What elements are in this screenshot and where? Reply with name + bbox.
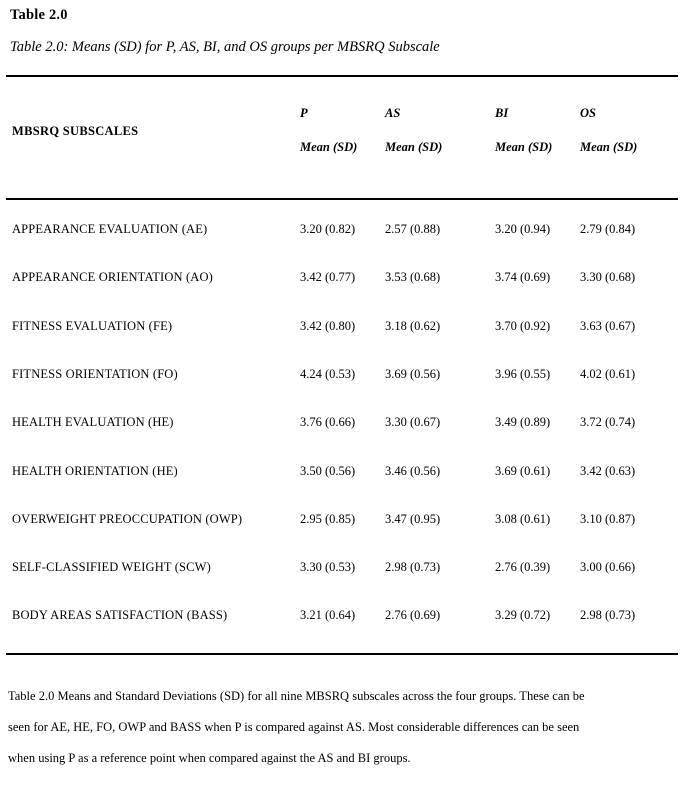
table-cell: 2.76 (0.39) [495,560,551,575]
table-cell: 3.53 (0.68) [385,270,441,285]
footnote-line: when using P as a reference point when c… [8,751,411,765]
table-row-label: APPEARANCE ORIENTATION (AO) [12,270,213,285]
table-row-label: SELF-CLASSIFIED WEIGHT (SCW) [12,560,211,575]
column-group-label: BI [495,106,509,120]
table-row-label: HEALTH ORIENTATION (HE) [12,463,178,478]
column-group-label: OS [580,106,596,120]
table-cell: 3.20 (0.94) [495,222,551,236]
table-row-label: FITNESS EVALUATION (FE) [12,318,173,333]
column-subheader-label: Mean (SD) [300,140,358,154]
column-subheader-label: Mean (SD) [495,140,553,154]
column-subheader-label: Mean (SD) [580,140,638,154]
stub-column-header: MBSRQ SUBSCALES [12,124,139,138]
table-cell: 3.72 (0.74) [580,415,636,430]
table-cell: 2.57 (0.88) [385,222,441,236]
table-cell: 3.08 (0.61) [495,511,551,526]
table-cell: 2.98 (0.73) [385,560,441,575]
table-cell: 4.24 (0.53) [300,366,356,381]
table-cell: 3.42 (0.80) [300,318,356,333]
table-cell: 3.47 (0.95) [385,511,441,526]
column-group-label: P [300,106,308,120]
table-cell: 3.69 (0.61) [495,463,551,478]
table-page: Table 2.0 Table 2.0: Means (SD) for P, A… [0,0,684,785]
table-row-label: BODY AREAS SATISFACTION (BASS) [12,608,228,623]
footnote-line: Table 2.0 Means and Standard Deviations … [8,689,585,703]
table-cell: 3.74 (0.69) [495,270,551,285]
table-row-label: HEALTH EVALUATION (HE) [12,415,174,430]
table-cell: 3.50 (0.56) [300,463,356,478]
table-cell: 3.21 (0.64) [300,608,356,623]
table-cell: 2.76 (0.69) [385,608,441,623]
table-cell: 3.10 (0.87) [580,511,636,526]
table-cell: 3.46 (0.56) [385,463,441,478]
table-cell: 3.96 (0.55) [495,366,551,381]
table-cell: 3.42 (0.63) [580,463,636,478]
table-cell: 3.00 (0.66) [580,560,636,575]
table-rule-bottom [6,653,678,655]
table-cell: 3.63 (0.67) [580,318,636,333]
table-row-label: FITNESS ORIENTATION (FO) [12,366,178,381]
table-cell: 3.49 (0.89) [495,415,551,430]
table-cell: 2.95 (0.85) [300,511,356,526]
table-cell: 3.30 (0.53) [300,560,356,575]
table-cell: 3.30 (0.68) [580,270,636,285]
table-rule-header [6,198,678,200]
table-cell: 2.79 (0.84) [580,222,636,236]
column-group-label: AS [385,106,401,120]
table-cell: 4.02 (0.61) [580,366,636,381]
table-number: Table 2.0 [10,7,68,23]
table-row-label: OVERWEIGHT PREOCCUPATION (OWP) [12,511,243,526]
table-cell: 3.29 (0.72) [495,608,551,623]
table-cell: 3.76 (0.66) [300,415,356,430]
column-subheader-label: Mean (SD) [385,140,443,154]
table-cell: 2.98 (0.73) [580,608,636,623]
table-cell: 3.42 (0.77) [300,270,356,285]
table-cell: 3.70 (0.92) [495,318,551,333]
table-row-label: APPEARANCE EVALUATION (AE) [12,222,208,236]
table-caption: Table 2.0: Means (SD) for P, AS, BI, and… [10,39,440,55]
footnote-line: seen for AE, HE, FO, OWP and BASS when P… [8,720,580,734]
table-cell: 3.18 (0.62) [385,318,441,333]
table-rule-top [6,75,678,77]
table-cell: 3.69 (0.56) [385,366,441,381]
table-cell: 3.30 (0.67) [385,415,441,430]
table-cell: 3.20 (0.82) [300,222,356,236]
